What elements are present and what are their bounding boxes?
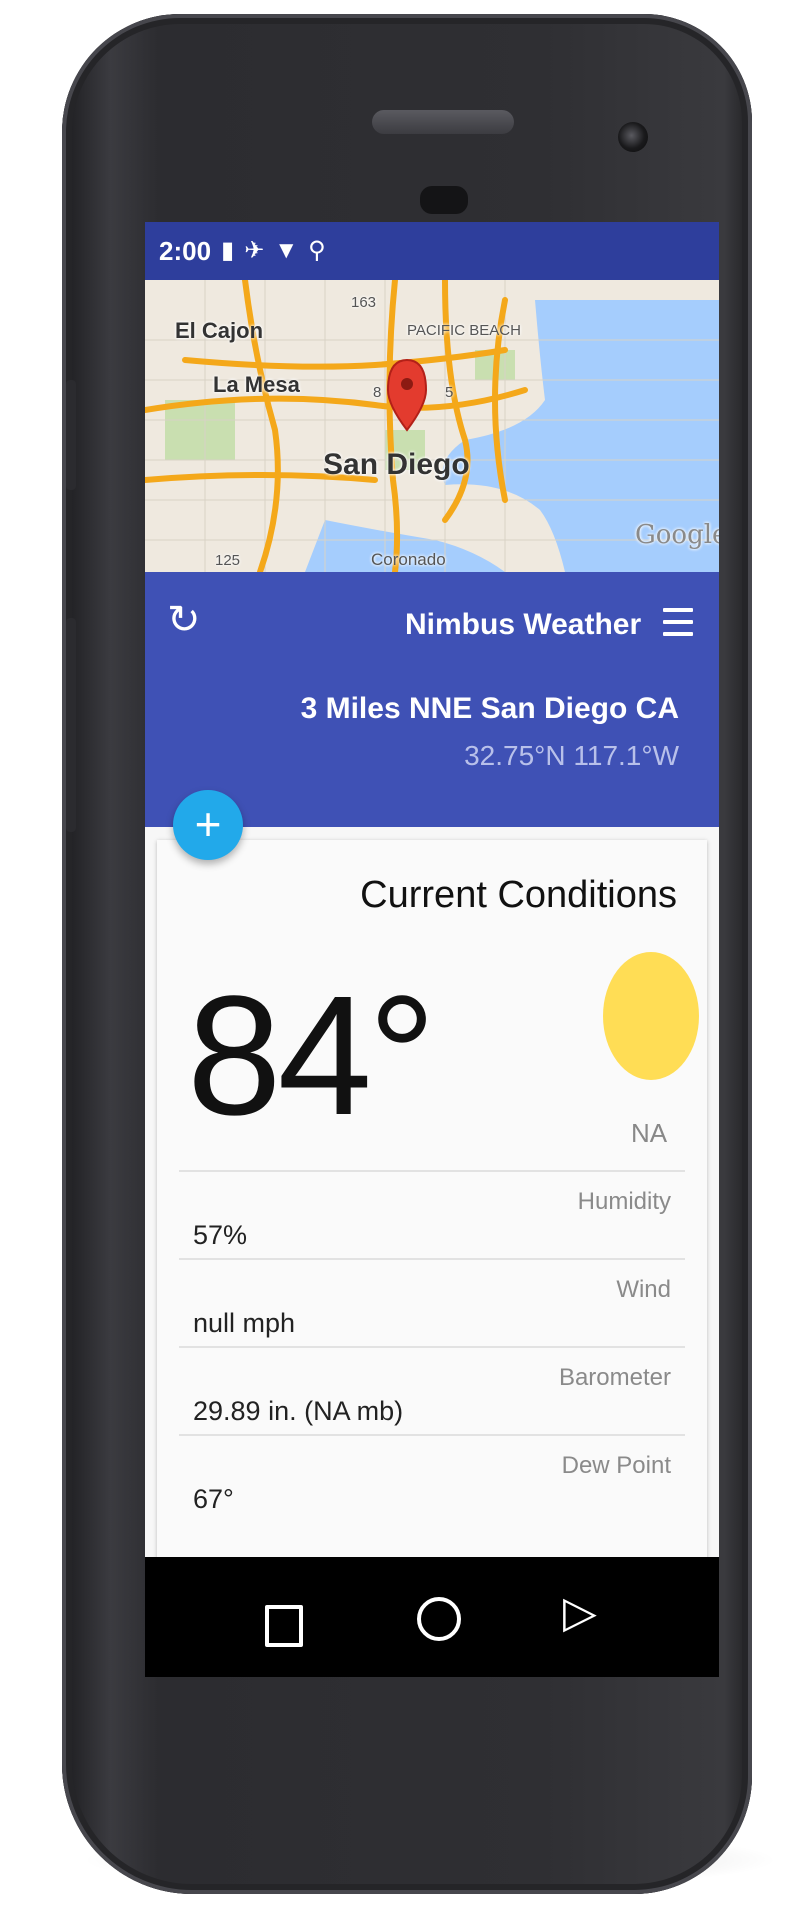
- power-button: [66, 618, 76, 832]
- recents-icon[interactable]: [265, 1605, 303, 1647]
- current-conditions-card: Current Conditions 84° NA Humidity 57% W…: [157, 840, 707, 1677]
- dew-point-value: 67°: [193, 1484, 234, 1514]
- humidity-label: Humidity: [577, 1188, 671, 1215]
- wind-value: null mph: [193, 1308, 296, 1338]
- condition-text: NA: [631, 1118, 668, 1148]
- wind-label: Wind: [616, 1276, 671, 1303]
- dew-point-label: Dew Point: [561, 1452, 671, 1479]
- location-name: 3 Miles NNE San Diego CA: [300, 692, 679, 725]
- front-camera: [618, 122, 648, 152]
- row-divider: [179, 1346, 685, 1348]
- battery-icon: ▮: [221, 237, 235, 264]
- earpiece-speaker: [372, 110, 514, 134]
- airplane-icon: ✈: [244, 237, 265, 264]
- refresh-icon[interactable]: ↻: [167, 600, 201, 640]
- row-divider: [179, 1434, 685, 1436]
- status-time: 2:00: [159, 235, 212, 266]
- temperature-value: 84°: [187, 961, 436, 1151]
- sun-icon: [603, 952, 699, 1080]
- map-label-la-mesa: La Mesa: [213, 372, 300, 397]
- barometer-label: Barometer: [558, 1364, 671, 1391]
- map-label-coronado: Coronado: [371, 550, 446, 569]
- row-divider: [179, 1258, 685, 1260]
- row-divider: [179, 1170, 685, 1172]
- volume-up-button: [66, 380, 76, 490]
- google-watermark: Google: [635, 520, 719, 550]
- map-view[interactable]: El Cajon La Mesa San Diego PACIFIC BEACH…: [145, 280, 719, 572]
- home-icon[interactable]: [417, 1597, 461, 1641]
- map-label-san-diego: San Diego: [323, 448, 470, 481]
- add-location-button[interactable]: +: [173, 790, 243, 860]
- map-shield-8: 8: [373, 384, 382, 401]
- map-shield-125: 125: [215, 552, 241, 569]
- app-title: Nimbus Weather: [405, 608, 642, 641]
- map-shield-163: 163: [351, 294, 377, 311]
- menu-icon[interactable]: [663, 608, 693, 636]
- navigation-bar: ▷: [145, 1557, 719, 1677]
- location-icon: ⚲: [308, 237, 326, 264]
- location-coords: 32.75°N 117.1°W: [464, 740, 679, 771]
- app-bar: Nimbus Weather ↻ 3 Miles NNE San Diego C…: [145, 572, 719, 827]
- status-bar: 2:00 ▮ ✈ ▼ ⚲: [145, 222, 719, 280]
- phone-screen: 2:00 ▮ ✈ ▼ ⚲ El Cajon La Mesa San Diego …: [145, 222, 719, 1677]
- map-label-pacific-beach: PACIFIC BEACH: [407, 322, 521, 339]
- back-icon[interactable]: ▷: [563, 1591, 597, 1635]
- map-shield-5: 5: [445, 384, 454, 401]
- barometer-value: 29.89 in. (NA mb): [193, 1396, 404, 1426]
- card-title: Current Conditions: [360, 874, 677, 916]
- wifi-icon: ▼: [274, 237, 299, 264]
- proximity-sensor: [420, 186, 468, 214]
- map-label-el-cajon: El Cajon: [175, 318, 264, 343]
- humidity-value: 57%: [193, 1220, 248, 1250]
